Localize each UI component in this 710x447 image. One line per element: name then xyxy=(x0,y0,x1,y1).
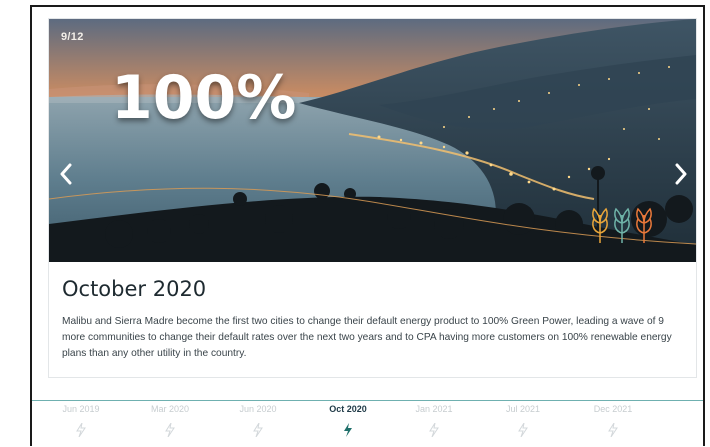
timeline-item-oct-2020[interactable]: Oct 2020 xyxy=(313,404,383,437)
timeline-label: Jan 2021 xyxy=(415,404,453,414)
bolt-icon xyxy=(344,423,352,437)
bolt-icon xyxy=(429,423,439,437)
next-slide-button[interactable] xyxy=(668,157,694,191)
bolt-icon xyxy=(165,423,175,437)
chevron-left-icon xyxy=(60,163,72,185)
slide-title: October 2020 xyxy=(62,277,207,301)
timeline-label: Jun 2019 xyxy=(62,404,100,414)
timeline-item-jun-2019[interactable]: Jun 2019 xyxy=(46,404,116,437)
slide-content: October 2020 Malibu and Sierra Madre bec… xyxy=(62,277,682,362)
chevron-right-icon xyxy=(675,163,687,185)
prev-slide-button[interactable] xyxy=(53,157,79,191)
timeline-item-dec-2021[interactable]: Dec 2021 xyxy=(578,404,648,437)
timeline-item-jan-2021[interactable]: Jan 2021 xyxy=(399,404,469,437)
hero-image: 9/12 100% xyxy=(49,19,696,262)
slide-counter: 9/12 xyxy=(61,31,84,43)
timeline-label: Mar 2020 xyxy=(150,404,190,414)
bolt-icon xyxy=(76,423,86,437)
timeline-label: Jun 2020 xyxy=(239,404,277,414)
slide-description: Malibu and Sierra Madre become the first… xyxy=(62,316,672,359)
timeline-item-jun-2020[interactable]: Jun 2020 xyxy=(223,404,293,437)
leaf-logo-icon xyxy=(592,207,652,243)
bolt-icon xyxy=(518,423,528,437)
bolt-icon xyxy=(608,423,618,437)
big-stat-headline: 100% xyxy=(111,63,297,133)
timeline-item-jul-2021[interactable]: Jul 2021 xyxy=(488,404,558,437)
timeline-label: Jul 2021 xyxy=(505,404,541,414)
timeline-nav: Jun 2019 Mar 2020 Jun 2020 Oct 2020 Jan … xyxy=(32,400,703,447)
slide-card: 9/12 100% October 2020 Malibu and Sierra… xyxy=(48,18,697,378)
timeline-label: Oct 2020 xyxy=(329,404,367,414)
timeline-item-mar-2020[interactable]: Mar 2020 xyxy=(135,404,205,437)
timeline-label: Dec 2021 xyxy=(593,404,633,414)
bolt-icon xyxy=(253,423,263,437)
